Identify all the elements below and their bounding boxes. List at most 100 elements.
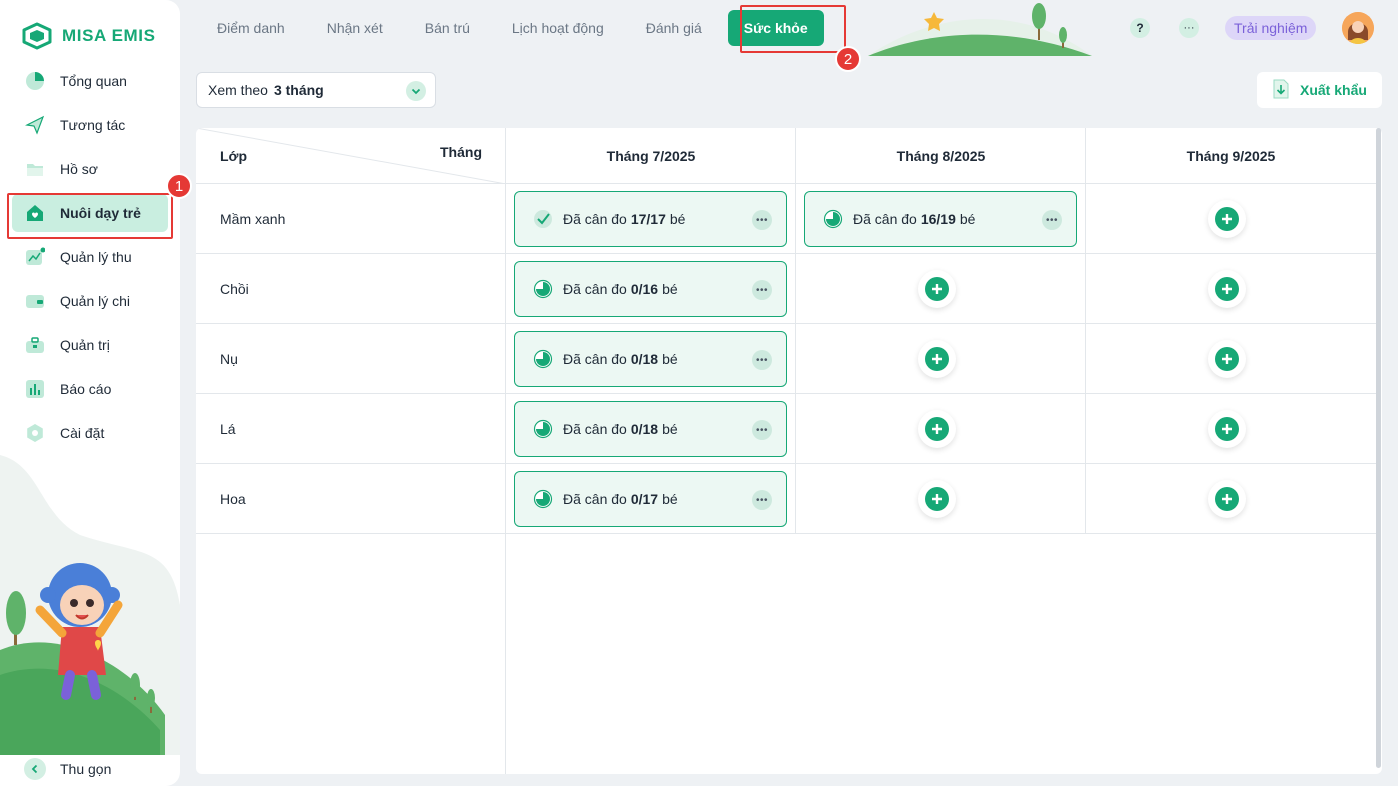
add-measurement-button[interactable] [918,410,956,448]
row-divider [196,533,1376,534]
add-measurement-button[interactable] [918,340,956,378]
tab-comments[interactable]: Nhận xét [327,20,383,36]
send-icon [24,114,46,136]
measurement-status-card[interactable]: Đã cân đo 16/19 bé ••• [804,191,1077,247]
status-prefix: Đã cân đo [563,281,627,297]
sidebar-item-admin[interactable]: Quản trị [12,326,168,364]
status-count: 17/17 [630,211,666,227]
avatar[interactable] [1342,12,1374,44]
chevron-left-icon [24,758,46,780]
class-name: Nụ [220,351,238,367]
status-suffix: bé [669,211,686,227]
add-measurement-button[interactable] [918,270,956,308]
brand[interactable]: MISA EMIS [20,22,156,50]
progress-pie-icon [823,209,843,229]
sidebar-item-reports[interactable]: Báo cáo [12,370,168,408]
more-options-button[interactable]: ··· [1179,18,1199,38]
measurement-status-card[interactable]: Đã cân đo 0/16 bé ••• [514,261,787,317]
add-measurement-button[interactable] [1208,410,1246,448]
trial-button[interactable]: Trải nghiệm [1225,16,1317,40]
more-options-icon[interactable]: ••• [752,420,772,440]
plus-icon [1215,417,1239,441]
class-name: Hoa [220,491,246,507]
status-prefix: Đã cân đo [563,211,627,227]
sidebar-item-label: Quản trị [60,337,110,353]
tab-activity-schedule[interactable]: Lịch hoạt động [512,20,604,36]
sidebar-item-profile[interactable]: Hồ sơ [12,150,168,188]
progress-pie-icon [533,279,553,299]
sidebar-nav: Tổng quan Tương tác Hồ sơ Nuôi dạy trẻ Q… [12,62,168,458]
measurement-status-card[interactable]: Đã cân đo 0/18 bé ••• [514,401,787,457]
download-file-icon [1272,79,1290,102]
view-by-select[interactable]: Xem theo 3 tháng [196,72,436,108]
month-header-3: Tháng 9/2025 [1186,148,1276,164]
tab-health[interactable]: Sức khỏe [727,10,824,46]
header-illustration [868,3,1092,56]
add-measurement-button[interactable] [1208,270,1246,308]
tab-boarding[interactable]: Bán trú [425,20,470,36]
class-name: Chồi [220,281,249,297]
sidebar-item-expense[interactable]: Quản lý chi [12,282,168,320]
misa-logo-icon [22,22,52,50]
measurement-status-card[interactable]: Đã cân đo 0/17 bé ••• [514,471,787,527]
plus-icon [925,417,949,441]
add-measurement-button[interactable] [1208,200,1246,238]
plus-icon [1215,277,1239,301]
plus-icon [925,347,949,371]
status-suffix: bé [959,211,976,227]
measurement-status-card[interactable]: Đã cân đo 17/17 bé ••• [514,191,787,247]
add-measurement-button[interactable] [1208,480,1246,518]
health-table: Lớp Tháng Tháng 7/2025 Tháng 8/2025 Thán… [196,128,1382,774]
sidebar-item-revenue[interactable]: Quản lý thu [12,238,168,276]
export-button[interactable]: Xuất khẩu [1257,72,1382,108]
sidebar-item-label: Nuôi dạy trẻ [60,205,141,221]
sidebar-item-settings[interactable]: Cài đặt [12,414,168,452]
class-name: Lá [220,421,236,437]
sidebar-item-interaction[interactable]: Tương tác [12,106,168,144]
column-divider [795,128,796,534]
step-badge-2: 2 [835,46,861,72]
measurement-status-card[interactable]: Đã cân đo 0/18 bé ••• [514,331,787,387]
sidebar-item-label: Tổng quan [60,73,127,89]
add-measurement-button[interactable] [918,480,956,518]
status-count: 0/18 [630,421,659,437]
folder-icon [24,158,46,180]
sidebar: MISA EMIS Tổng quan Tương tác Hồ sơ Nuôi… [0,0,180,786]
more-options-icon[interactable]: ••• [752,490,772,510]
plus-icon [1215,207,1239,231]
help-button[interactable]: ? [1130,18,1150,38]
row-divider [196,183,1376,184]
check-icon [533,209,553,229]
status-suffix: bé [662,421,678,437]
status-prefix: Đã cân đo [563,421,627,437]
status-count: 0/16 [630,281,659,297]
more-options-icon[interactable]: ••• [752,280,772,300]
sidebar-item-label: Hồ sơ [60,161,98,177]
row-divider [196,463,1376,464]
export-label: Xuất khẩu [1300,82,1367,98]
sidebar-item-overview[interactable]: Tổng quan [12,62,168,100]
class-name: Mầm xanh [220,211,286,227]
pie-chart-icon [24,70,46,92]
bar-chart-icon [24,378,46,400]
vertical-scrollbar[interactable] [1376,128,1381,768]
plus-icon [925,487,949,511]
step-badge-1: 1 [166,173,192,199]
plus-icon [1215,487,1239,511]
row-divider [196,253,1376,254]
more-options-icon[interactable]: ••• [1042,210,1062,230]
collapse-sidebar-button[interactable]: Thu gọn [24,758,111,780]
row-divider [196,393,1376,394]
sidebar-item-label: Cài đặt [60,425,105,441]
sidebar-item-label: Báo cáo [60,381,112,397]
more-options-icon[interactable]: ••• [752,210,772,230]
tab-attendance[interactable]: Điểm danh [217,20,285,36]
sidebar-item-childcare[interactable]: Nuôi dạy trẻ [12,194,168,232]
heart-home-icon [24,202,46,224]
tab-evaluation[interactable]: Đánh giá [646,20,702,36]
column-divider [1085,128,1086,534]
top-bar: Điểm danh Nhận xét Bán trú Lịch hoạt độn… [180,0,1398,56]
more-options-icon[interactable]: ••• [752,350,772,370]
add-measurement-button[interactable] [1208,340,1246,378]
status-count: 16/19 [920,211,956,227]
